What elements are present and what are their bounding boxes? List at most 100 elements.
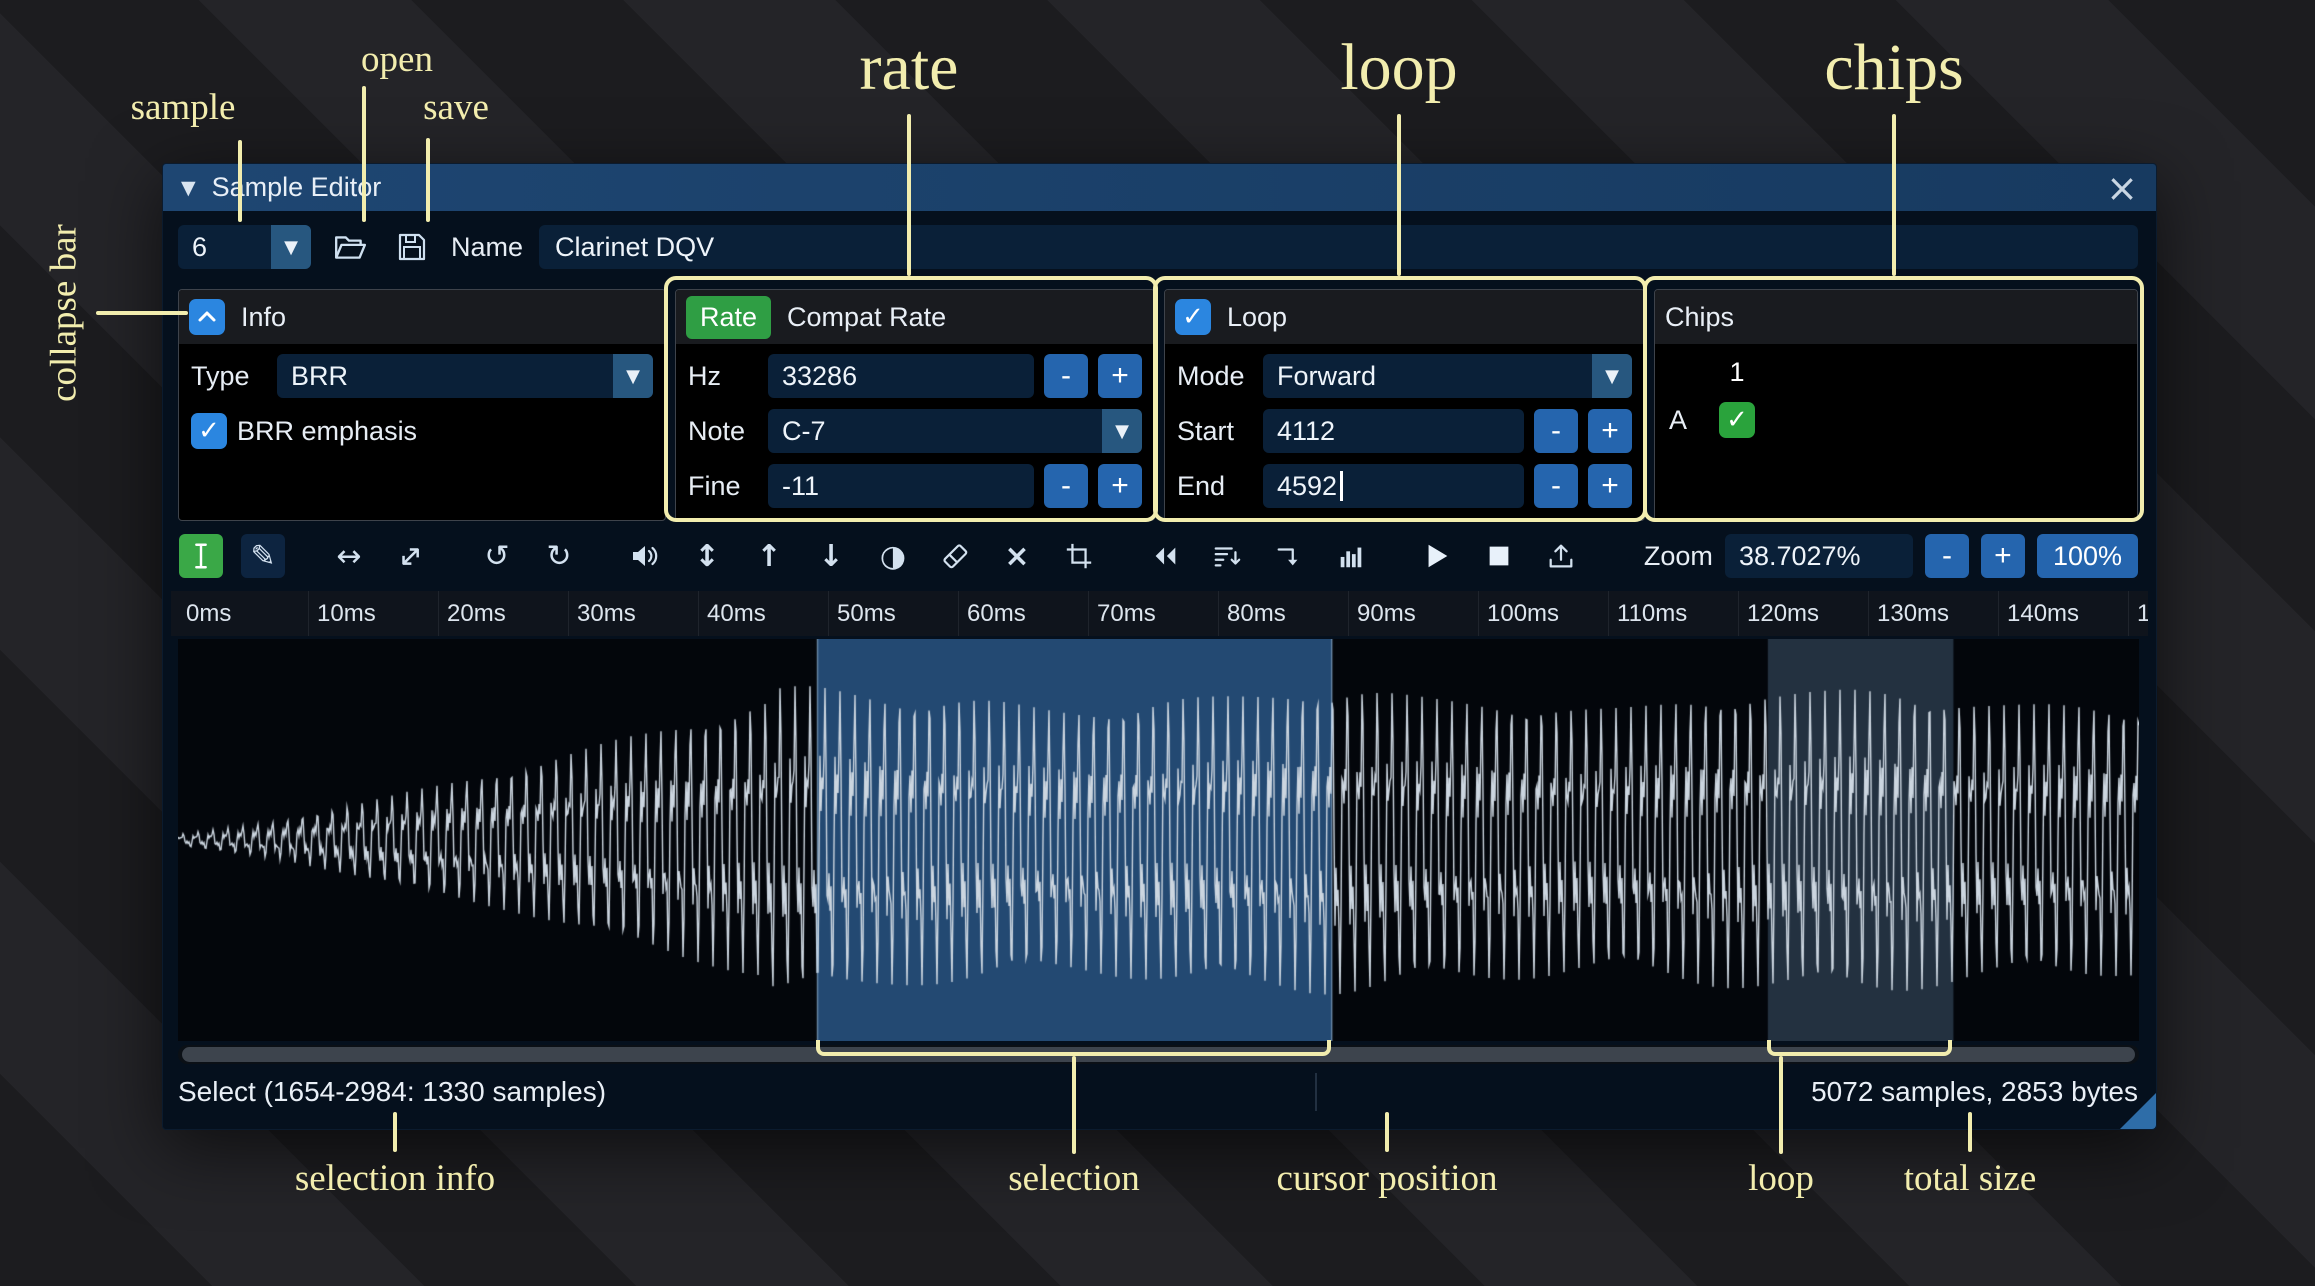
timeline-ruler[interactable]: 0ms 10ms 20ms 30ms 40ms 50ms 60ms 70ms 8… — [171, 591, 2148, 636]
ruler-tick: 40ms — [698, 591, 828, 636]
scrollbar-thumb[interactable] — [182, 1047, 2135, 1062]
chevron-down-icon[interactable]: ▼ — [613, 354, 653, 398]
ruler-tick: 70ms — [1088, 591, 1218, 636]
save-sample-button[interactable] — [389, 224, 435, 270]
ruler-tick: 80ms — [1218, 591, 1348, 636]
delete-button[interactable]: × — [995, 534, 1039, 578]
stretch-button[interactable]: ↔ — [389, 534, 433, 578]
chevron-down-icon[interactable]: ▼ — [271, 225, 311, 269]
stop-button[interactable] — [1477, 534, 1521, 578]
undo-button[interactable]: ↺ — [475, 534, 519, 578]
fine-input[interactable]: -11 — [768, 464, 1034, 508]
hz-increment-button[interactable]: + — [1098, 354, 1142, 398]
crossfade-button[interactable] — [1267, 534, 1311, 578]
loop-end-increment-button[interactable]: + — [1588, 464, 1632, 508]
loop-start-input[interactable]: 4112 — [1263, 409, 1524, 453]
open-sample-button[interactable] — [327, 224, 373, 270]
loop-enable-checkbox[interactable]: ✓ — [1175, 299, 1211, 335]
arrow-down-icon: ↓ — [818, 538, 844, 574]
zoom-input[interactable]: 38.7027% — [1724, 534, 1913, 578]
loop-panel: ✓ Loop Mode Forward ▼ Start 4112 - + End… — [1164, 289, 1645, 521]
fine-label: Fine — [688, 470, 741, 501]
hz-input[interactable]: 33286 — [768, 354, 1034, 398]
loop-mode-label: Mode — [1177, 360, 1245, 391]
speaker-icon — [633, 546, 658, 566]
redo-button[interactable]: ↻ — [537, 534, 581, 578]
invert-button[interactable]: ◑ — [871, 534, 915, 578]
loop-end-value: 4592 — [1277, 470, 1338, 501]
rate-panel-header: Rate Compat Rate — [676, 290, 1154, 344]
chevron-down-icon[interactable]: ▼ — [1102, 409, 1142, 453]
chip-a-checkbox[interactable]: ✓ — [1719, 402, 1755, 438]
info-collapse-button[interactable] — [189, 299, 225, 335]
waveform-scrollbar[interactable] — [178, 1045, 2139, 1064]
sample-name-input[interactable]: Clarinet DQV — [539, 225, 2138, 269]
tab-compat-rate[interactable]: Compat Rate — [787, 302, 946, 333]
sample-toolbar: ✎ ↔ ↔ ↺ ↻ ↕ ↑ ↓ ◑ × Zoom 38.7027% - + 10… — [179, 530, 2138, 582]
type-label: Type — [191, 360, 250, 391]
text-caret — [1340, 471, 1344, 501]
brr-emphasis-checkbox[interactable]: ✓ — [191, 413, 227, 449]
window-collapse-icon[interactable]: ▼ — [181, 177, 196, 199]
window-resize-grip[interactable] — [2120, 1093, 2156, 1129]
titlebar[interactable]: ▼ Sample Editor × — [163, 164, 2156, 211]
fine-decrement-button[interactable]: - — [1044, 464, 1088, 508]
ruler-tick: 110ms — [1608, 591, 1738, 636]
fade-out-button[interactable]: ↓ — [809, 534, 853, 578]
amplify-button[interactable] — [623, 534, 667, 578]
trim-button[interactable] — [1057, 534, 1101, 578]
note-select[interactable]: C-7 ▼ — [768, 409, 1142, 453]
resize-diagonal-icon: ↔ — [389, 534, 433, 578]
loop-start-increment-button[interactable]: + — [1588, 409, 1632, 453]
ruler-tick: 10ms — [308, 591, 438, 636]
type-select[interactable]: BRR ▼ — [277, 354, 653, 398]
loop-mode-select[interactable]: Forward ▼ — [1263, 354, 1632, 398]
spectrum-button[interactable] — [1329, 534, 1373, 578]
rewind-icon — [1155, 547, 1176, 565]
filter-lines-icon — [1214, 547, 1241, 567]
export-button[interactable] — [1539, 534, 1583, 578]
status-bar: Select (1654-2984: 1330 samples) 5072 sa… — [178, 1069, 2138, 1115]
status-divider — [1315, 1073, 1317, 1111]
sample-number-select[interactable]: 6 ▼ — [178, 225, 311, 269]
draw-mode-button[interactable]: ✎ — [241, 534, 285, 578]
zoom-in-button[interactable]: + — [1980, 534, 2025, 578]
ruler-tick: 90ms — [1348, 591, 1478, 636]
waveform-view[interactable] — [178, 639, 2139, 1041]
total-size-text: 5072 samples, 2853 bytes — [1811, 1076, 2138, 1107]
loop-start-decrement-button[interactable]: - — [1534, 409, 1578, 453]
chart-bars-icon — [1340, 547, 1362, 568]
chevron-down-icon[interactable]: ▼ — [1592, 354, 1632, 398]
ruler-tick: 0ms — [186, 600, 232, 627]
loop-start-value: 4112 — [1277, 415, 1336, 446]
zoom-out-button[interactable]: - — [1924, 534, 1969, 578]
filter-button[interactable] — [1205, 534, 1249, 578]
resize-button[interactable]: ↔ — [327, 534, 371, 578]
info-panel-header: Info — [179, 290, 665, 344]
eraser-icon — [943, 544, 968, 569]
close-icon[interactable]: × — [2106, 169, 2138, 207]
sample-editor-window: ▼ Sample Editor × 6 ▼ Name Clarinet DQV … — [162, 163, 2157, 1130]
fine-increment-button[interactable]: + — [1098, 464, 1142, 508]
select-mode-button[interactable] — [179, 534, 223, 578]
zoom-reset-button[interactable]: 100% — [2036, 534, 2138, 578]
ruler-tick: 60ms — [958, 591, 1088, 636]
play-button[interactable] — [1415, 534, 1459, 578]
fine-value: -11 — [782, 470, 820, 501]
silence-button[interactable] — [933, 534, 977, 578]
tab-rate[interactable]: Rate — [686, 295, 772, 339]
loop-end-input[interactable]: 4592 — [1263, 464, 1524, 508]
normalize-button[interactable]: ↕ — [685, 534, 729, 578]
waveform-canvas[interactable] — [178, 639, 2139, 1041]
arrows-vertical-icon: ↕ — [694, 538, 720, 574]
folder-open-icon — [335, 236, 367, 259]
reverse-button[interactable] — [1143, 534, 1187, 578]
loop-end-decrement-button[interactable]: - — [1534, 464, 1578, 508]
hz-decrement-button[interactable]: - — [1044, 354, 1088, 398]
type-select-value: BRR — [291, 360, 349, 391]
brr-emphasis-label: BRR emphasis — [237, 415, 418, 446]
pencil-icon: ✎ — [250, 538, 276, 574]
fade-in-button[interactable]: ↑ — [747, 534, 791, 578]
chip-number: 1 — [1729, 356, 1745, 387]
ruler-tick: 150 — [2128, 591, 2148, 636]
